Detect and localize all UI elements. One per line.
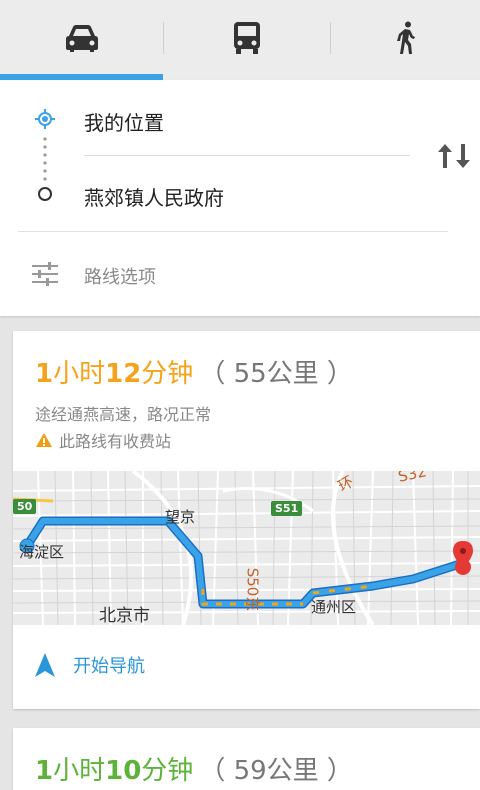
route-input-card: 我的位置 燕郊镇人民政府 路线选项 [0,80,480,316]
divider [84,155,410,156]
map-label-beijing: 北京市 [99,606,150,625]
route-result-card[interactable]: 1小时10分钟（ 59公里 ） [13,728,480,790]
route-dots-connector [43,137,47,181]
tab-transit[interactable] [164,0,330,76]
route-map-preview[interactable]: 50 海淀区 望京 S51 环 S32 S50东 北京市 通州区 [13,471,480,625]
map-label-tongzhou: 通州区 [311,598,357,616]
map-label-haidian: 海淀区 [19,543,65,561]
route-result-card[interactable]: 1小时12分钟（ 55公里 ） 途经通燕高速，路况正常 此路线有收费站 50 海… [13,331,480,709]
tab-driving[interactable] [0,0,163,76]
map-road-shield: S51 [271,501,303,516]
route-duration: 1小时12分钟（ 55公里 ） [35,359,353,389]
navigation-arrow-icon [35,653,55,677]
divider [18,231,448,232]
route-distance: （ 55公里 ） [199,359,353,389]
destination-circle-icon [38,187,52,201]
warning-icon [36,433,52,447]
map-road-shield: 50 [13,499,37,514]
swap-icon[interactable] [436,142,472,170]
origin-field[interactable]: 我的位置 [84,107,164,136]
map-label-s50: S50东 [243,567,262,612]
walk-icon [396,21,415,54]
toll-notice: 此路线有收费站 [35,428,171,452]
tune-icon[interactable] [32,262,58,286]
tab-walking[interactable] [331,0,480,76]
my-location-icon [35,109,55,129]
destination-field[interactable]: 燕郊镇人民政府 [84,182,224,211]
route-distance: （ 59公里 ） [199,756,353,786]
travel-mode-tabs [0,0,480,80]
car-icon [65,25,98,52]
start-navigation-button[interactable]: 开始导航 [35,652,145,678]
map-label-wangjing: 望京 [165,508,196,526]
route-options-button[interactable]: 路线选项 [84,263,156,289]
route-duration: 1小时10分钟（ 59公里 ） [35,756,353,786]
bus-icon [234,22,260,54]
route-via: 途经通燕高速，路况正常 [35,405,212,424]
